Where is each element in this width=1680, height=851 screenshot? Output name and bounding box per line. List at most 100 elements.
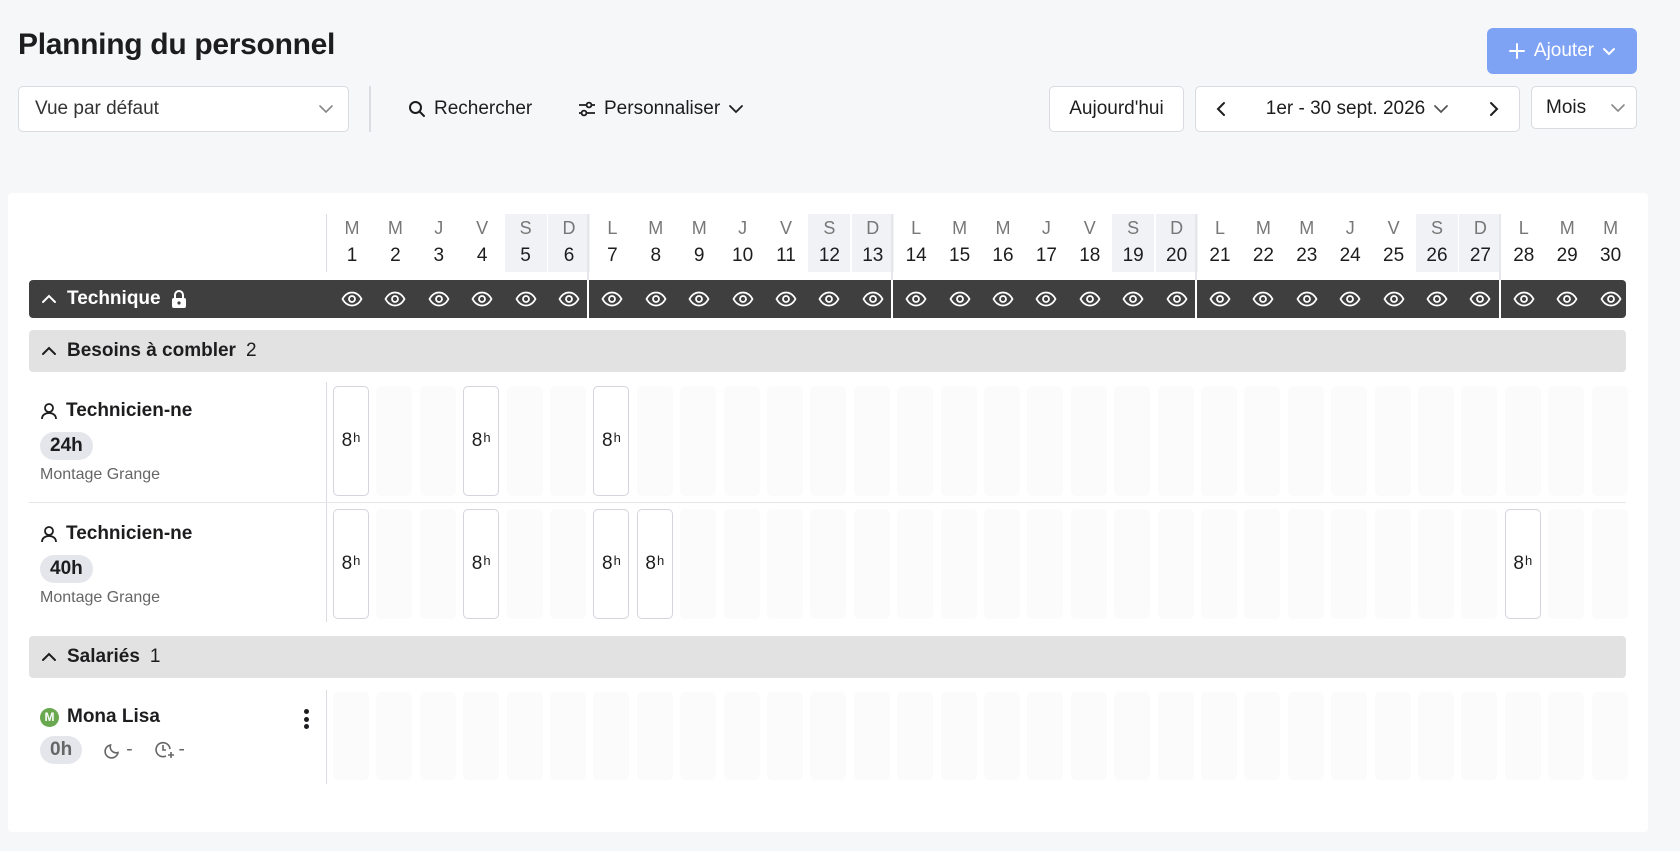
- empty-cell[interactable]: [767, 386, 803, 496]
- eye-icon[interactable]: [1600, 289, 1622, 309]
- empty-cell[interactable]: [897, 509, 934, 619]
- empty-cell[interactable]: [984, 386, 1020, 496]
- empty-cell[interactable]: [636, 386, 673, 496]
- eye-icon[interactable]: [1513, 289, 1535, 309]
- empty-cell[interactable]: [897, 386, 934, 496]
- eye-icon[interactable]: [1383, 289, 1405, 309]
- empty-cell[interactable]: [1591, 509, 1628, 619]
- empty-cell[interactable]: [1461, 692, 1498, 780]
- eye-icon[interactable]: [1079, 289, 1101, 309]
- shift-cell[interactable]: 8h: [463, 386, 500, 496]
- search-button[interactable]: Rechercher: [408, 86, 532, 132]
- empty-cell[interactable]: [723, 386, 760, 496]
- eye-icon[interactable]: [558, 289, 580, 309]
- empty-cell[interactable]: [1027, 386, 1064, 496]
- empty-cell[interactable]: [1201, 509, 1237, 619]
- empty-cell[interactable]: [1461, 509, 1498, 619]
- eye-icon[interactable]: [384, 289, 406, 309]
- shift-cell[interactable]: 8h: [1504, 509, 1541, 619]
- empty-cell[interactable]: [1331, 386, 1368, 496]
- eye-icon[interactable]: [1035, 289, 1057, 309]
- empty-cell[interactable]: [1244, 386, 1281, 496]
- employees-section-header[interactable]: Salariés 1: [29, 636, 1626, 678]
- empty-cell[interactable]: [1591, 386, 1628, 496]
- eye-icon[interactable]: [1166, 289, 1188, 309]
- shift-cell[interactable]: 8h: [593, 509, 630, 619]
- empty-cell[interactable]: [984, 692, 1020, 780]
- empty-cell[interactable]: [1157, 692, 1194, 780]
- empty-cell[interactable]: [376, 386, 413, 496]
- empty-cell[interactable]: [1201, 386, 1237, 496]
- empty-cell[interactable]: [333, 692, 369, 780]
- empty-cell[interactable]: [897, 692, 934, 780]
- empty-cell[interactable]: [1418, 692, 1454, 780]
- eye-icon[interactable]: [818, 289, 840, 309]
- eye-icon[interactable]: [775, 289, 797, 309]
- eye-icon[interactable]: [992, 289, 1014, 309]
- empty-cell[interactable]: [550, 386, 586, 496]
- empty-cell[interactable]: [810, 386, 847, 496]
- empty-cell[interactable]: [1070, 509, 1107, 619]
- eye-icon[interactable]: [1209, 289, 1231, 309]
- empty-cell[interactable]: [550, 509, 586, 619]
- empty-cell[interactable]: [1374, 692, 1411, 780]
- eye-icon[interactable]: [1556, 289, 1578, 309]
- empty-cell[interactable]: [1548, 692, 1585, 780]
- shift-cell[interactable]: 8h: [333, 509, 369, 619]
- empty-cell[interactable]: [1287, 386, 1324, 496]
- empty-cell[interactable]: [1331, 692, 1368, 780]
- avatar[interactable]: M: [40, 707, 59, 727]
- eye-icon[interactable]: [601, 289, 623, 309]
- empty-cell[interactable]: [1504, 386, 1541, 496]
- empty-cell[interactable]: [680, 509, 717, 619]
- empty-cell[interactable]: [593, 692, 630, 780]
- employee-name[interactable]: Mona Lisa: [67, 706, 160, 728]
- empty-cell[interactable]: [419, 692, 456, 780]
- empty-cell[interactable]: [506, 386, 543, 496]
- empty-cell[interactable]: [506, 692, 543, 780]
- eye-icon[interactable]: [1426, 289, 1448, 309]
- empty-cell[interactable]: [1374, 509, 1411, 619]
- eye-icon[interactable]: [341, 289, 363, 309]
- empty-cell[interactable]: [550, 692, 586, 780]
- empty-cell[interactable]: [1244, 692, 1281, 780]
- empty-cell[interactable]: [1157, 386, 1194, 496]
- empty-cell[interactable]: [1114, 386, 1151, 496]
- empty-cell[interactable]: [680, 386, 717, 496]
- empty-cell[interactable]: [1114, 509, 1151, 619]
- shift-cell[interactable]: 8h: [636, 509, 673, 619]
- eye-icon[interactable]: [1122, 289, 1144, 309]
- shift-cell[interactable]: 8h: [463, 509, 500, 619]
- today-button[interactable]: Aujourd'hui: [1049, 86, 1184, 132]
- empty-cell[interactable]: [723, 509, 760, 619]
- view-select[interactable]: Vue par défaut: [18, 86, 349, 132]
- empty-cell[interactable]: [680, 692, 717, 780]
- empty-cell[interactable]: [940, 509, 977, 619]
- customize-button[interactable]: Personnaliser: [578, 86, 744, 132]
- empty-cell[interactable]: [506, 509, 543, 619]
- chevron-right-icon[interactable]: [1487, 101, 1501, 117]
- empty-cell[interactable]: [853, 692, 890, 780]
- shift-cell[interactable]: 8h: [333, 386, 369, 496]
- eye-icon[interactable]: [905, 289, 927, 309]
- empty-cell[interactable]: [723, 692, 760, 780]
- eye-icon[interactable]: [1252, 289, 1274, 309]
- eye-icon[interactable]: [862, 289, 884, 309]
- shift-cell[interactable]: 8h: [593, 386, 630, 496]
- empty-cell[interactable]: [419, 386, 456, 496]
- eye-icon[interactable]: [949, 289, 971, 309]
- empty-cell[interactable]: [1027, 692, 1064, 780]
- empty-cell[interactable]: [810, 692, 847, 780]
- empty-cell[interactable]: [767, 692, 803, 780]
- eye-icon[interactable]: [732, 289, 754, 309]
- empty-cell[interactable]: [1070, 692, 1107, 780]
- empty-cell[interactable]: [1374, 386, 1411, 496]
- empty-cell[interactable]: [940, 386, 977, 496]
- empty-cell[interactable]: [1591, 692, 1628, 780]
- eye-icon[interactable]: [515, 289, 537, 309]
- empty-cell[interactable]: [853, 509, 890, 619]
- date-range-select[interactable]: 1er - 30 sept. 2026: [1266, 98, 1450, 120]
- empty-cell[interactable]: [1027, 509, 1064, 619]
- empty-cell[interactable]: [1114, 692, 1151, 780]
- empty-cell[interactable]: [1287, 692, 1324, 780]
